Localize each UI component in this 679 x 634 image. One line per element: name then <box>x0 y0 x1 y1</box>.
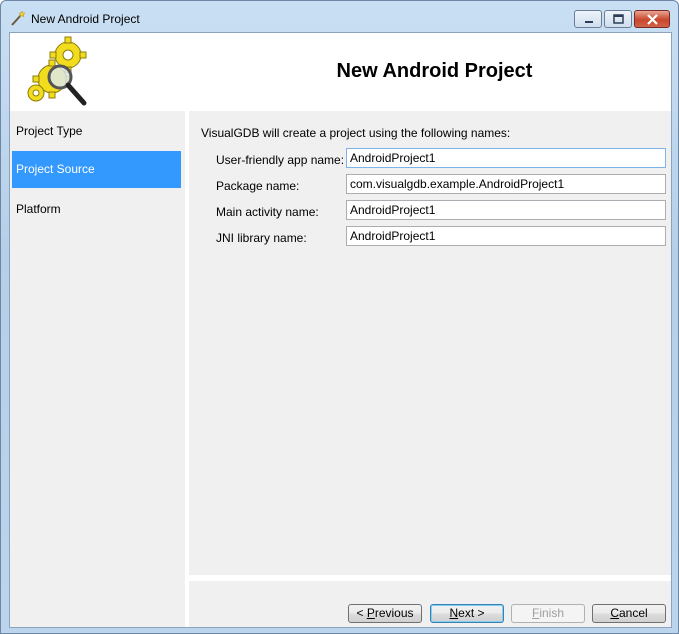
wizard-header: New Android Project <box>10 33 671 111</box>
wizard-footer: < Previous Next > Finish Cancel <box>189 581 671 627</box>
next-rest: ext > <box>458 606 485 620</box>
sidebar-item-project-type[interactable]: Project Type <box>12 113 181 150</box>
jni-library-label: JNI library name: <box>216 231 307 245</box>
gears-magnifier-icon <box>24 35 94 109</box>
package-name-label: Package name: <box>216 179 300 193</box>
wand-icon <box>10 10 26 26</box>
app-name-input[interactable] <box>346 148 666 168</box>
minimize-button[interactable] <box>574 10 602 28</box>
wizard-page: VisualGDB will create a project using th… <box>189 111 671 575</box>
main-activity-input[interactable] <box>346 200 666 220</box>
finish-rest: inish <box>539 606 565 620</box>
sidebar-item-platform[interactable]: Platform <box>12 191 181 228</box>
minimize-icon <box>585 21 593 23</box>
page-title: New Android Project <box>336 60 533 82</box>
window-title: New Android Project <box>31 12 140 26</box>
cancel-accel: C <box>610 606 619 620</box>
close-button[interactable] <box>634 10 670 28</box>
previous-button[interactable]: < Previous <box>348 604 422 623</box>
sidebar-item-project-source[interactable]: Project Source <box>12 151 181 188</box>
app-name-label: User-friendly app name: <box>216 153 345 167</box>
maximize-icon <box>613 14 624 24</box>
dialog-window: New Android Project New Android Project … <box>0 0 679 634</box>
package-name-input[interactable] <box>346 174 666 194</box>
next-accel: N <box>449 606 459 620</box>
maximize-button[interactable] <box>604 10 632 28</box>
title-bar[interactable]: New Android Project <box>1 1 678 33</box>
close-icon <box>647 14 658 25</box>
previous-rest: revious <box>374 606 414 620</box>
cancel-rest: ancel <box>618 606 648 620</box>
previous-accel: P <box>366 606 375 620</box>
cancel-button[interactable]: Cancel <box>592 604 666 623</box>
main-activity-label: Main activity name: <box>216 205 319 219</box>
wizard-sidebar: Project Type Project Source Platform <box>10 111 185 627</box>
next-button[interactable]: Next > <box>430 604 504 623</box>
previous-prefix: < <box>356 606 367 620</box>
finish-button[interactable]: Finish <box>511 604 585 623</box>
intro-text: VisualGDB will create a project using th… <box>201 126 511 140</box>
dialog-client: New Android Project Project Type Project… <box>9 32 672 628</box>
jni-library-input[interactable] <box>346 226 666 246</box>
